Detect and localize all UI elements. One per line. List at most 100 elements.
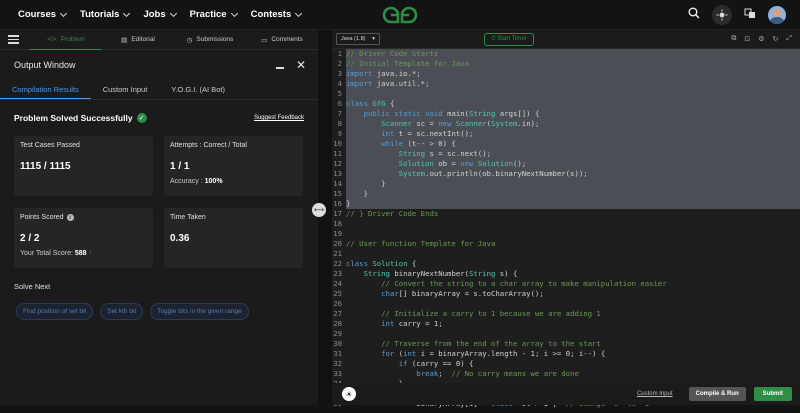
code-line[interactable]: 11 String s = sc.next(); xyxy=(332,149,800,159)
tab-problem[interactable]: </> Problem xyxy=(30,30,102,50)
code-line[interactable]: 23 String binaryNextNumber(String s) { xyxy=(332,269,800,279)
user-avatar[interactable] xyxy=(768,6,786,24)
nav-practice[interactable]: Practice xyxy=(190,9,238,20)
code-line[interactable]: 27 // Initialize a carry to 1 because we… xyxy=(332,309,800,319)
start-timer-button[interactable]: ⏱ Start Timer xyxy=(484,32,534,46)
submit-button[interactable]: Submit xyxy=(753,387,792,401)
code-line[interactable]: 5 xyxy=(332,89,800,99)
line-number: 2 xyxy=(337,59,342,68)
code-text: // Initial Template for Java xyxy=(346,59,470,68)
code-line[interactable]: 14 } xyxy=(332,179,800,189)
result-status: Problem Solved Successfully ✓ Suggest Fee… xyxy=(0,104,318,132)
tab-submissions[interactable]: ◷ Submissions xyxy=(174,30,246,50)
code-text: int t = sc.nextInt(); xyxy=(381,129,474,138)
info-icon[interactable]: i xyxy=(66,214,74,221)
code-line[interactable]: 12 Solution ob = new Solution(); xyxy=(332,159,800,169)
line-number: 25 xyxy=(333,289,342,298)
code-line[interactable]: 2 // Initial Template for Java xyxy=(332,59,800,69)
minimize-icon[interactable] xyxy=(275,67,284,69)
code-line[interactable]: 19 xyxy=(332,229,800,239)
time-card: Time Taken 0.36 xyxy=(164,208,303,268)
points-card: Points Scored i 2 / 2 Your Total Score: 5… xyxy=(14,208,153,268)
output-subtabs: Compilation Results Custom Input Y.O.G.I… xyxy=(0,80,318,100)
code-line[interactable]: 33 break; // No carry means we are done xyxy=(332,369,800,379)
language-select[interactable]: Java (1.8) ▾ xyxy=(336,33,380,45)
copy-icon[interactable]: ⧉ xyxy=(731,35,736,43)
code-line[interactable]: 24 // Convert the string to a char array… xyxy=(332,279,800,289)
code-line[interactable]: 6 class GfG { xyxy=(332,99,800,109)
code-line[interactable]: 18 xyxy=(332,219,800,229)
code-line[interactable]: 4 import java.util.*; xyxy=(332,79,800,89)
code-line[interactable]: 3 import java.io.*; xyxy=(332,69,800,79)
code-text: // Initialize a carry to 1 because we ar… xyxy=(381,309,601,318)
line-number: 8 xyxy=(337,119,342,128)
code-line[interactable]: 20 // User function Template for Java xyxy=(332,239,800,249)
code-line[interactable]: 13 System.out.println(ob.binaryNextNumbe… xyxy=(332,169,800,179)
close-icon[interactable]: ✕ xyxy=(296,59,306,71)
tab-custom-input[interactable]: Custom Input xyxy=(91,80,160,99)
theme-toggle-icon[interactable] xyxy=(712,5,732,25)
attempts-card: Attempts : Correct / Total 1 / 1 Accurac… xyxy=(164,136,303,196)
expand-icon[interactable]: ⤢ xyxy=(786,35,792,43)
code-line[interactable]: 15 } xyxy=(332,189,800,199)
code-icon: </> xyxy=(47,35,57,43)
translate-icon[interactable] xyxy=(744,6,756,24)
code-line[interactable]: 31 for (int i = binaryArray.length - 1; … xyxy=(332,349,800,359)
line-number: 21 xyxy=(333,249,342,258)
panel-splitter[interactable] xyxy=(318,30,332,405)
code-line[interactable]: 21 xyxy=(332,249,800,259)
lightbulb-icon[interactable]: ☀ xyxy=(342,387,356,401)
menu-icon[interactable] xyxy=(0,35,30,44)
gfg-logo[interactable] xyxy=(382,5,418,30)
solve-next-chip[interactable]: Toggle bits in the given range xyxy=(150,303,249,320)
code-line[interactable]: 30 // Traverse from the end of the array… xyxy=(332,339,800,349)
code-line[interactable]: 25 char[] binaryArray = s.toCharArray(); xyxy=(332,289,800,299)
nav-courses[interactable]: Courses xyxy=(18,9,68,20)
code-line[interactable]: 1 // Driver Code Starts xyxy=(332,49,800,59)
problem-tabs: </> Problem ▤ Editorial ◷ Submissions ▭ Comm… xyxy=(0,30,318,50)
nav-jobs[interactable]: Jobs xyxy=(143,9,177,20)
nav-contests[interactable]: Contests xyxy=(251,9,303,20)
compile-run-button[interactable]: Compile & Run xyxy=(688,387,746,401)
attempts-label: Attempts : Correct / Total xyxy=(170,142,247,149)
tab-compilation-results[interactable]: Compilation Results xyxy=(0,80,91,99)
code-text: System.out.println(ob.binaryNextNumber(s… xyxy=(398,169,588,178)
total-score-label: Your Total Score: xyxy=(20,250,73,257)
settings-icon[interactable]: ⚙ xyxy=(758,35,764,43)
tab-comments[interactable]: ▭ Comments xyxy=(246,30,318,50)
reset-icon[interactable]: ↻ xyxy=(773,35,779,43)
code-line[interactable]: 32 if (carry == 0) { xyxy=(332,359,800,369)
search-icon[interactable] xyxy=(688,6,700,24)
code-line[interactable]: 22 class Solution { xyxy=(332,259,800,269)
code-line[interactable]: 16} xyxy=(332,199,800,209)
tab-yogi-bot[interactable]: Y.O.G.I. (AI Bot) xyxy=(159,80,237,99)
line-number: 32 xyxy=(333,359,342,368)
solve-next-chip[interactable]: Find position of set bit xyxy=(16,303,94,320)
drag-handle-icon[interactable]: ⟷ xyxy=(312,203,326,217)
code-text: String binaryNextNumber(String s) { xyxy=(363,269,518,278)
code-text: Scanner sc = new Scanner(System.in); xyxy=(381,119,540,128)
test-cases-value: 1115 / 1115 xyxy=(20,161,71,172)
code-line[interactable]: 7 public static void main(String args[])… xyxy=(332,109,800,119)
line-number: 15 xyxy=(333,189,342,198)
code-line[interactable]: 29 xyxy=(332,329,800,339)
code-text: // } Driver Code Ends xyxy=(346,209,439,218)
custom-input-link[interactable]: Custom Input xyxy=(637,391,673,397)
code-line[interactable]: 26 xyxy=(332,299,800,309)
code-line[interactable]: 8 Scanner sc = new Scanner(System.in); xyxy=(332,119,800,129)
fullscreen-icon[interactable]: ⊡ xyxy=(744,35,750,43)
solve-next-chip[interactable]: Set kth bit xyxy=(100,303,144,320)
code-line[interactable]: 10 while (t-- > 0) { xyxy=(332,139,800,149)
nav-tutorials[interactable]: Tutorials xyxy=(80,9,131,20)
accuracy-value: 100% xyxy=(204,178,223,185)
time-label: Time Taken xyxy=(170,214,206,221)
tab-editorial[interactable]: ▤ Editorial xyxy=(102,30,174,50)
code-line[interactable]: 17 // } Driver Code Ends xyxy=(332,209,800,219)
line-number: 5 xyxy=(337,89,342,98)
points-label: Points Scored xyxy=(20,214,64,221)
suggest-feedback-link[interactable]: Suggest Feedback xyxy=(254,115,304,121)
code-line[interactable]: 9 int t = sc.nextInt(); xyxy=(332,129,800,139)
line-number: 29 xyxy=(333,329,342,338)
code-area[interactable]: 1 // Driver Code Starts 2 // Initial Templa… xyxy=(332,49,800,413)
code-line[interactable]: 28 int carry = 1; xyxy=(332,319,800,329)
